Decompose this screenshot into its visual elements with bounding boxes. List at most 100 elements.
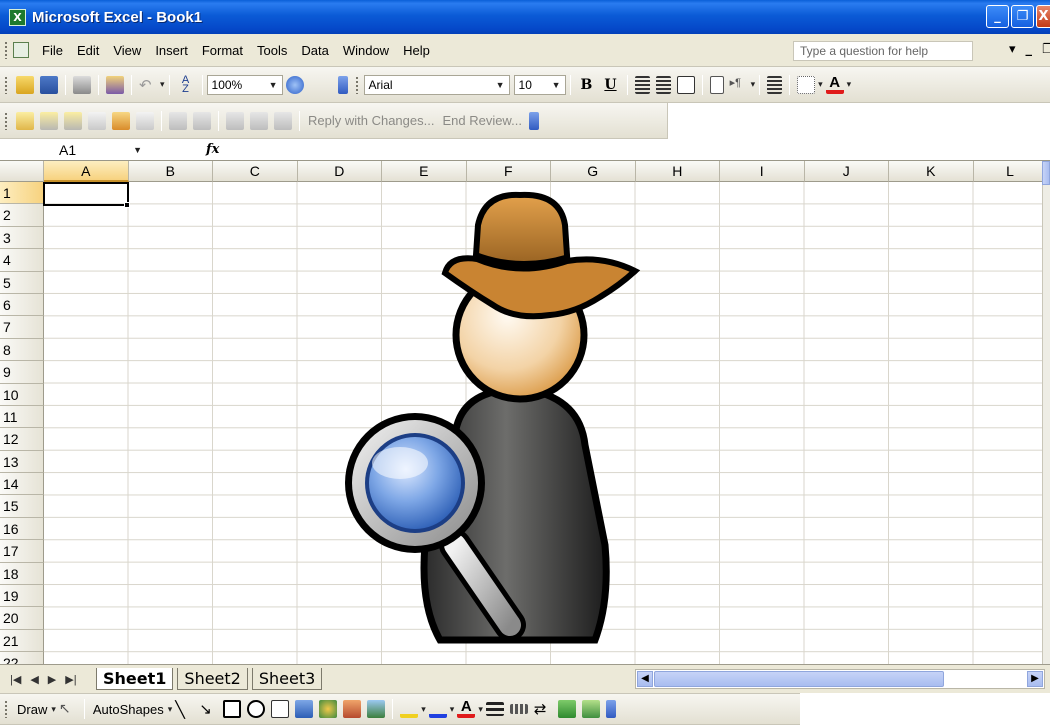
send-icon[interactable] bbox=[250, 111, 268, 130]
diagram-icon[interactable] bbox=[319, 700, 338, 718]
column-header-h[interactable]: H bbox=[635, 161, 720, 182]
paragraph-dropdown-icon[interactable]: ▾ bbox=[751, 79, 756, 90]
close-button[interactable]: X bbox=[1036, 5, 1050, 28]
row-header[interactable]: 20 bbox=[0, 607, 44, 630]
horizontal-scroll-thumb[interactable] bbox=[654, 671, 944, 687]
vertical-scroll-up-button[interactable] bbox=[1042, 161, 1050, 185]
first-sheet-button[interactable]: |◀ bbox=[10, 673, 21, 686]
select-all-corner[interactable] bbox=[0, 161, 44, 182]
menu-tools[interactable]: Tools bbox=[250, 43, 294, 58]
dash-style-icon[interactable] bbox=[509, 704, 528, 714]
end-review-button[interactable]: End Review... bbox=[438, 113, 526, 128]
protect-icon[interactable] bbox=[226, 111, 244, 130]
sheet-tab-sheet1[interactable]: Sheet1 bbox=[96, 668, 174, 690]
name-box[interactable]: A1 ▼ bbox=[2, 140, 152, 160]
font-name-select[interactable]: Arial ▼ bbox=[363, 74, 510, 95]
column-header-i[interactable]: I bbox=[720, 161, 805, 182]
undo-icon[interactable]: ↶ bbox=[139, 76, 157, 94]
insert-picture-icon[interactable] bbox=[367, 700, 386, 718]
row-header[interactable]: 13 bbox=[0, 450, 44, 474]
workbook-restore-button[interactable]: ❐ bbox=[1042, 42, 1050, 57]
toolbar-grip[interactable] bbox=[354, 75, 359, 94]
column-header-c[interactable]: C bbox=[213, 161, 298, 182]
toolbar-options-icon[interactable] bbox=[528, 111, 539, 130]
chevron-down-icon[interactable]: ▾ bbox=[421, 704, 426, 715]
ink-icon[interactable] bbox=[274, 111, 292, 130]
menu-file[interactable]: File bbox=[35, 43, 70, 58]
maximize-button[interactable]: ❐ bbox=[1011, 5, 1034, 28]
horizontal-scrollbar[interactable]: ◀ ▶ bbox=[635, 669, 1045, 689]
previous-comment-icon[interactable] bbox=[40, 111, 58, 130]
row-header[interactable]: 2 bbox=[0, 204, 44, 227]
previous-sheet-button[interactable]: ◀ bbox=[30, 673, 38, 686]
toolbar-grip[interactable] bbox=[4, 111, 8, 130]
zoom-select[interactable]: 100% ▼ bbox=[206, 74, 283, 95]
open-icon[interactable] bbox=[16, 75, 34, 94]
shadow-style-icon[interactable] bbox=[557, 700, 576, 718]
row-header[interactable]: 6 bbox=[0, 293, 44, 317]
last-sheet-button[interactable]: ▶| bbox=[65, 673, 76, 686]
borders-dropdown-icon[interactable]: ▾ bbox=[818, 79, 823, 90]
bold-button[interactable]: B bbox=[581, 77, 593, 93]
print-icon[interactable] bbox=[73, 75, 91, 94]
row-header[interactable]: 9 bbox=[0, 361, 44, 384]
line-icon[interactable]: ╲ bbox=[175, 700, 193, 719]
arrow-style-icon[interactable]: ⇄ bbox=[534, 700, 552, 718]
menu-insert[interactable]: Insert bbox=[148, 43, 195, 58]
row-header[interactable]: 12 bbox=[0, 428, 44, 451]
workbook-minimize-button[interactable]: _ bbox=[1026, 42, 1033, 57]
help-search-input[interactable]: Type a question for help bbox=[793, 41, 973, 61]
column-header-l[interactable]: L bbox=[973, 161, 1048, 182]
workbook-icon[interactable] bbox=[13, 42, 29, 58]
row-header[interactable]: 10 bbox=[0, 383, 44, 406]
chevron-down-icon[interactable]: ▾ bbox=[168, 704, 173, 715]
row-header[interactable]: 18 bbox=[0, 562, 44, 586]
draw-menu-button[interactable]: Draw bbox=[13, 702, 51, 717]
show-comment-icon[interactable] bbox=[88, 111, 106, 130]
active-cell-a1[interactable] bbox=[43, 182, 129, 206]
reply-with-changes-button[interactable]: Reply with Changes... bbox=[304, 113, 438, 128]
vertical-scrollbar[interactable] bbox=[1042, 161, 1050, 664]
text-box-icon[interactable] bbox=[271, 700, 290, 718]
clip-art-icon[interactable] bbox=[343, 700, 362, 718]
title-bar[interactable]: X Microsoft Excel - Book1 _ ❐ X bbox=[0, 0, 1050, 34]
chevron-down-icon[interactable]: ▼ bbox=[133, 145, 142, 155]
menu-data[interactable]: Data bbox=[294, 43, 335, 58]
line-color-icon[interactable] bbox=[428, 700, 447, 718]
menu-format[interactable]: Format bbox=[195, 43, 250, 58]
column-header-g[interactable]: G bbox=[551, 161, 636, 182]
chevron-down-icon[interactable]: ▾ bbox=[478, 704, 483, 715]
show-all-comments-icon[interactable] bbox=[112, 111, 130, 130]
align-center-icon[interactable] bbox=[655, 75, 671, 94]
fill-color-icon[interactable] bbox=[400, 700, 419, 718]
toolbar-grip[interactable] bbox=[4, 41, 8, 59]
row-header[interactable]: 8 bbox=[0, 338, 44, 362]
autoshapes-menu-button[interactable]: AutoShapes bbox=[89, 702, 168, 717]
row-header[interactable]: 22 bbox=[0, 652, 44, 664]
column-header-k[interactable]: K bbox=[889, 161, 974, 182]
row-header[interactable]: 7 bbox=[0, 316, 44, 339]
font-size-select[interactable]: 10 ▼ bbox=[513, 74, 566, 95]
new-comment-icon[interactable] bbox=[16, 111, 34, 130]
row-header[interactable]: 21 bbox=[0, 629, 44, 653]
row-header[interactable]: 11 bbox=[0, 405, 44, 429]
font-color-icon[interactable]: A bbox=[825, 75, 844, 94]
accept-change-icon[interactable] bbox=[193, 111, 211, 130]
next-sheet-button[interactable]: ▶ bbox=[48, 673, 56, 686]
3d-style-icon[interactable] bbox=[581, 700, 600, 718]
column-header-f[interactable]: F bbox=[466, 161, 551, 182]
format-painter-icon[interactable] bbox=[106, 75, 124, 94]
help-dropdown-icon[interactable]: ▾ bbox=[1009, 42, 1016, 57]
sort-ascending-icon[interactable]: AZ bbox=[177, 74, 195, 94]
insert-function-icon[interactable]: fx bbox=[206, 142, 219, 157]
sheet-tab-sheet2[interactable]: Sheet2 bbox=[177, 668, 248, 690]
row-header[interactable]: 5 bbox=[0, 271, 44, 294]
scroll-right-button[interactable]: ▶ bbox=[1027, 671, 1043, 687]
column-header-j[interactable]: J bbox=[804, 161, 889, 182]
row-header[interactable]: 1 bbox=[0, 182, 44, 205]
menu-help[interactable]: Help bbox=[396, 43, 437, 58]
track-changes-icon[interactable] bbox=[169, 111, 187, 130]
spy-user-magnifier-icon[interactable] bbox=[345, 185, 675, 663]
fill-handle[interactable] bbox=[124, 202, 130, 208]
underline-button[interactable]: U bbox=[604, 77, 616, 93]
